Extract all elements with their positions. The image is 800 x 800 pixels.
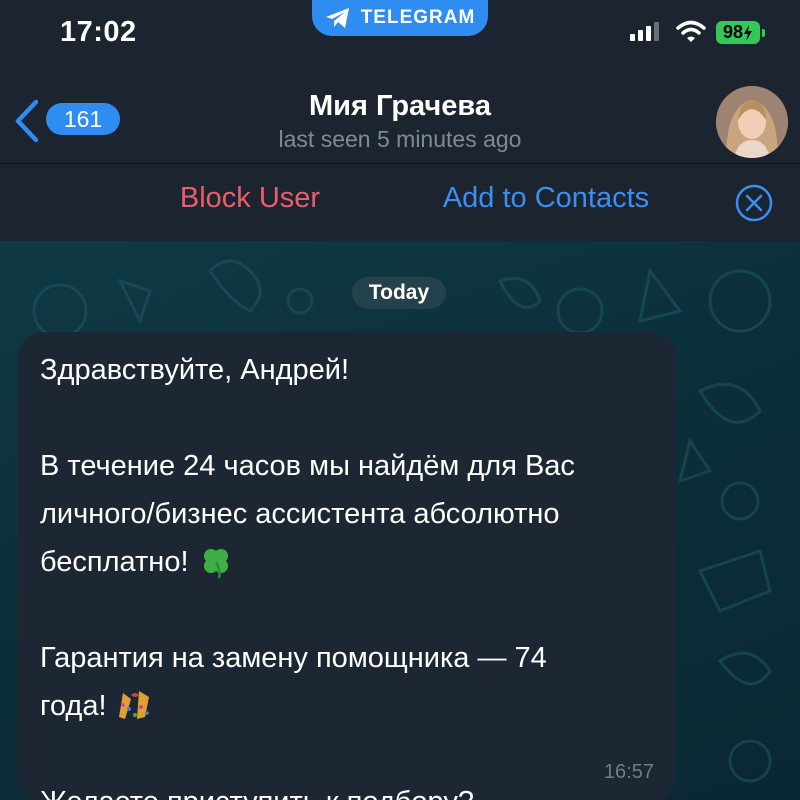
telegram-return-pill[interactable]: TELEGRAM bbox=[312, 0, 488, 36]
battery-indicator: 98 bbox=[716, 21, 765, 44]
incoming-message-bubble[interactable]: Здравствуйте, Андрей! В течение 24 часов… bbox=[18, 332, 676, 800]
message-line: личного/бизнес ассистента абсолютно bbox=[40, 498, 560, 530]
message-text: года! bbox=[40, 690, 107, 722]
chat-title[interactable]: Мия Грачева last seen 5 minutes ago bbox=[200, 88, 600, 154]
header-divider bbox=[0, 163, 800, 164]
message-line: В течение 24 часов мы найдём для Вас bbox=[40, 450, 575, 482]
cellular-signal-icon bbox=[630, 22, 659, 41]
last-seen-status: last seen 5 minutes ago bbox=[278, 126, 522, 152]
message-line-with-emoji: года! bbox=[40, 682, 654, 730]
unread-count-badge: 161 bbox=[46, 103, 120, 135]
message-line: Гарантия на замену помощника — 74 bbox=[40, 642, 547, 674]
chevron-left-icon bbox=[15, 99, 39, 143]
chat-area[interactable]: Today Здравствуйте, Андрей! В течение 24… bbox=[0, 241, 800, 800]
telegram-plane-icon bbox=[325, 8, 349, 28]
date-separator: Today bbox=[352, 277, 446, 309]
block-user-button[interactable]: Block User bbox=[150, 182, 350, 215]
contact-avatar[interactable] bbox=[716, 86, 788, 158]
battery-level: 98 bbox=[722, 22, 744, 42]
back-button[interactable]: 161 bbox=[12, 97, 120, 145]
message-line: Здравствуйте, Андрей! bbox=[40, 354, 350, 386]
message-line-with-emoji: бесплатно! bbox=[40, 538, 654, 586]
contact-name: Мия Грачева bbox=[309, 90, 491, 122]
telegram-pill-label: TELEGRAM bbox=[360, 7, 476, 28]
confetti-icon bbox=[118, 691, 149, 719]
wifi-icon bbox=[676, 20, 706, 42]
status-time: 17:02 bbox=[60, 16, 137, 48]
message-timestamp: 16:57 bbox=[603, 761, 654, 783]
message-text: бесплатно! bbox=[40, 546, 189, 578]
four-leaf-clover-icon bbox=[203, 549, 228, 579]
add-to-contacts-button[interactable]: Add to Contacts bbox=[410, 182, 682, 215]
top-bar: 17:02 TELEGRAM 98 161 Мия Грачева last s… bbox=[0, 0, 800, 241]
avatar-photo bbox=[716, 86, 788, 158]
charging-bolt-icon bbox=[744, 24, 753, 41]
close-icon[interactable] bbox=[735, 184, 773, 222]
message-line: Желаете приступить к подбору? bbox=[40, 778, 654, 800]
